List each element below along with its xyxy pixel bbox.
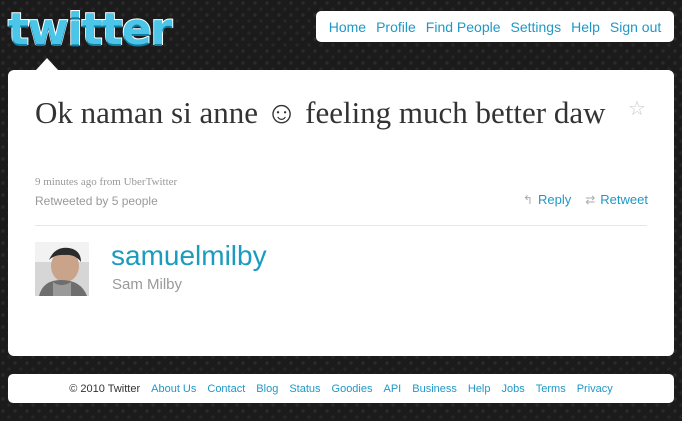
reply-label: Reply [537, 192, 572, 207]
top-nav: Home Profile Find People Settings Help S… [316, 11, 674, 42]
avatar-photo [35, 242, 89, 296]
footer-blog[interactable]: Blog [256, 383, 278, 395]
retweet-label: Retweet [600, 192, 648, 207]
speech-caret [36, 58, 58, 70]
nav-profile[interactable]: Profile [376, 19, 416, 35]
avatar[interactable] [35, 242, 89, 296]
footer-contact[interactable]: Contact [207, 383, 245, 395]
tweet-meta: 9 minutes ago from UberTwitter [35, 176, 177, 188]
tweet-source[interactable]: UberTwitter [124, 176, 178, 188]
nav-sign-out[interactable]: Sign out [610, 19, 661, 35]
footer: © 2010 Twitter About Us Contact Blog Sta… [8, 374, 674, 403]
footer-jobs[interactable]: Jobs [502, 383, 525, 395]
footer-about-us[interactable]: About Us [151, 383, 196, 395]
retweeted-by[interactable]: Retweeted by 5 people [35, 194, 158, 208]
footer-business[interactable]: Business [412, 383, 457, 395]
footer-goodies[interactable]: Goodies [332, 383, 373, 395]
footer-terms[interactable]: Terms [536, 383, 566, 395]
nav-settings[interactable]: Settings [511, 19, 562, 35]
user-full-name: Sam Milby [112, 276, 183, 293]
retweet-icon: ⇄ [585, 192, 596, 207]
from-label: from [99, 176, 121, 188]
divider [35, 225, 647, 226]
nav-home[interactable]: Home [329, 19, 366, 35]
tweet-card: Ok naman si anne ☺ feeling much better d… [8, 70, 674, 356]
star-icon[interactable]: ☆ [628, 96, 646, 121]
reply-arrow-icon: ↰ [522, 192, 533, 207]
tweet-timestamp[interactable]: 9 minutes ago [35, 176, 97, 188]
reply-button[interactable]: ↰ Reply [523, 192, 571, 207]
tweet-actions: ↰ Reply ⇄ Retweet [523, 192, 648, 207]
footer-privacy[interactable]: Privacy [577, 383, 613, 395]
footer-status[interactable]: Status [289, 383, 320, 395]
footer-help[interactable]: Help [468, 383, 491, 395]
footer-api[interactable]: API [384, 383, 402, 395]
nav-help[interactable]: Help [571, 19, 600, 35]
twitter-logo[interactable]: twitter [7, 3, 173, 56]
nav-find-people[interactable]: Find People [426, 19, 501, 35]
footer-copyright: © 2010 Twitter [69, 382, 141, 395]
retweet-button[interactable]: ⇄ Retweet [585, 192, 648, 207]
username-link[interactable]: samuelmilby [111, 240, 267, 272]
tweet-text: Ok naman si anne ☺ feeling much better d… [35, 95, 606, 130]
